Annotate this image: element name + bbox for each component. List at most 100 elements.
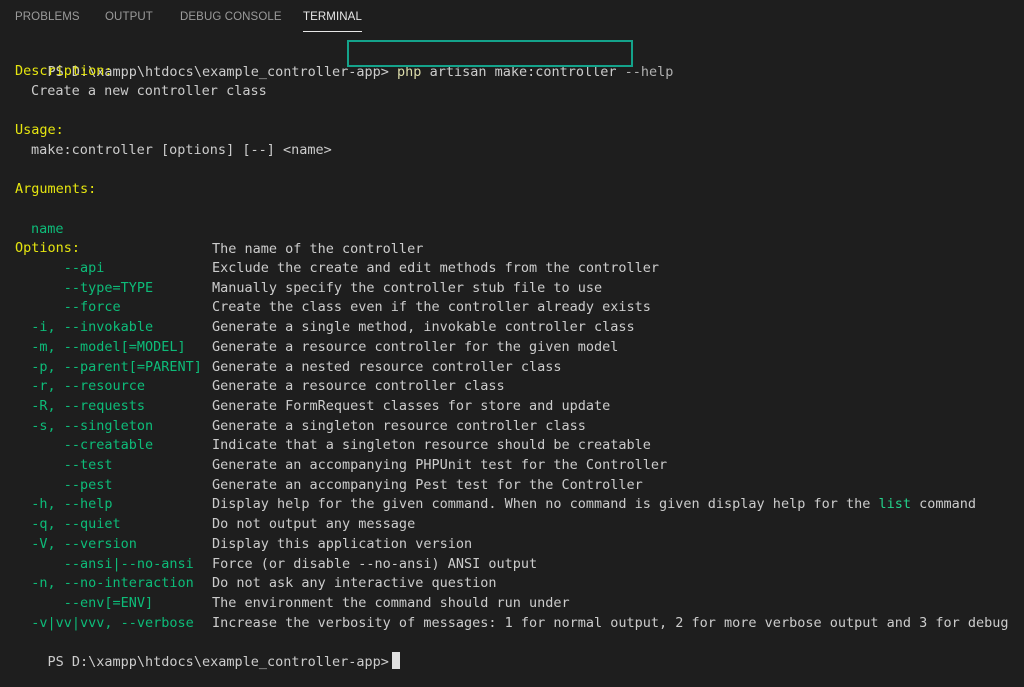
option-desc-text: Do not ask any interactive question: [212, 575, 497, 592]
option-desc-text: Display this application version: [212, 535, 473, 552]
option-desc: Generate an accompanying PHPUnit test fo…: [212, 455, 667, 475]
option-desc: Generate FormRequest classes for store a…: [212, 396, 610, 416]
argument-desc: The name of the controller: [212, 241, 424, 257]
option-row: -v|vv|vvv, --verbose Increase the verbosi…: [15, 613, 1015, 633]
arguments-header: Arguments:: [15, 181, 97, 197]
tab-debug-console[interactable]: DEBUG CONSOLE: [180, 11, 282, 23]
option-name: --api: [15, 260, 105, 276]
option-name: -m, --model[=MODEL]: [15, 338, 186, 355]
option-desc-command-highlight: list: [878, 496, 911, 513]
option-row: -r, --resource Generate a resource contro…: [15, 376, 1015, 396]
option-desc-text: Generate an accompanying Pest test for t…: [212, 476, 643, 493]
option-desc: Generate a resource controller for the g…: [212, 337, 618, 357]
option-desc: Generate a singleton resource controller…: [212, 416, 586, 436]
option-desc: The environment the command should run u…: [212, 593, 570, 613]
option-name: -r, --resource: [15, 378, 146, 395]
command-line: PS D:\xampp\htdocs\example_controller-ap…: [15, 42, 674, 80]
option-desc-text: Display help for the given command. When…: [212, 496, 879, 513]
option-desc-text: Force (or disable --no-ansi) ANSI output: [212, 555, 538, 572]
option-desc-text: Generate FormRequest classes for store a…: [212, 397, 611, 414]
option-desc-text: Increase the verbosity of messages: 1 fo…: [212, 614, 1009, 631]
usage-header: Usage:: [15, 122, 64, 138]
option-desc: Increase the verbosity of messages: 1 fo…: [212, 613, 1009, 633]
option-desc-text: Manually specify the controller stub fil…: [212, 279, 603, 296]
option-desc-text: Do not output any message: [212, 516, 416, 533]
option-desc: Do not output any message: [212, 514, 415, 534]
option-desc: Do not ask any interactive question: [212, 573, 496, 593]
option-desc: Create the class even if the controller …: [212, 297, 651, 317]
option-name: --test: [15, 457, 113, 473]
panel-tab-bar: PROBLEMS OUTPUT DEBUG CONSOLE TERMINAL: [0, 0, 1024, 36]
option-name: -i, --invokable: [15, 319, 154, 336]
option-row: -n, --no-interaction Do not ask any inter…: [15, 573, 1015, 593]
description-text: Create a new controller class: [31, 83, 267, 99]
option-row: -h, --help Display help for the given com…: [15, 494, 1015, 514]
option-name: -v|vv|vvv, --verbose: [15, 614, 194, 631]
option-name: -s, --singleton: [15, 417, 154, 434]
option-row: --pest Generate an accompanying Pest test…: [15, 475, 1015, 495]
option-desc: Generate a single method, invokable cont…: [212, 317, 635, 337]
option-row: -V, --version Display this application ve…: [15, 534, 1015, 554]
option-name: -R, --requests: [15, 397, 146, 414]
option-desc: Generate a nested resource controller cl…: [212, 357, 562, 377]
option-row: --env[=ENV] The environment the command s…: [15, 593, 1015, 613]
option-row: --test Generate an accompanying PHPUnit t…: [15, 455, 1015, 475]
option-desc: Exclude the create and edit methods from…: [212, 258, 659, 278]
option-row: -p, --parent[=PARENT] Generate a nested r…: [15, 357, 1015, 377]
option-row: -i, --invokable Generate a single method,…: [15, 317, 1015, 337]
option-name: --ansi|--no-ansi: [15, 555, 194, 572]
description-header: Description:: [15, 63, 113, 79]
option-name: -h, --help: [15, 496, 113, 513]
option-desc: Force (or disable --no-ansi) ANSI output: [212, 554, 537, 574]
option-desc: Generate an accompanying Pest test for t…: [212, 475, 643, 495]
option-name: --type=TYPE: [15, 279, 154, 296]
text-cursor: [391, 652, 400, 669]
option-row: -m, --model[=MODEL] Generate a resource c…: [15, 337, 1015, 357]
option-row: --api Exclude the create and edit methods…: [15, 258, 1015, 278]
tab-output[interactable]: OUTPUT: [105, 11, 153, 23]
option-desc-text: Generate a resource controller for the g…: [212, 338, 619, 355]
option-name: --creatable: [15, 437, 154, 454]
terminal-output[interactable]: PS D:\xampp\htdocs\example_controller-ap…: [0, 36, 1024, 687]
option-desc-text: Generate a nested resource controller cl…: [212, 358, 562, 375]
command-flag: --help: [624, 64, 674, 80]
option-desc-text: The environment the command should run u…: [212, 594, 570, 611]
option-desc: Display this application version: [212, 534, 472, 554]
option-name: -p, --parent[=PARENT]: [15, 358, 202, 375]
option-desc-text: Generate a singleton resource controller…: [212, 417, 586, 434]
argument-row: name The name of the controller: [15, 199, 1015, 257]
terminal-prompt-final: PS D:\xampp\htdocs\example_controller-ap…: [47, 654, 389, 670]
tab-problems[interactable]: PROBLEMS: [15, 11, 80, 23]
option-row: -s, --singleton Generate a singleton reso…: [15, 416, 1015, 436]
command-php: php: [397, 64, 422, 80]
option-desc-text-after: command: [911, 496, 977, 513]
option-row: --force Create the class even if the cont…: [15, 297, 1015, 317]
option-desc: Generate a resource controller class: [212, 376, 505, 396]
option-name: -q, --quiet: [15, 516, 121, 533]
option-row: -q, --quiet Do not output any message: [15, 514, 1015, 534]
option-name: --force: [15, 299, 121, 316]
option-row: --creatable Indicate that a singleton res…: [15, 435, 1015, 455]
option-name: --env[=ENV]: [15, 594, 154, 611]
usage-text: make:controller [options] [--] <name>: [31, 142, 332, 158]
option-desc-text: Generate a single method, invokable cont…: [212, 319, 635, 336]
command-args: artisan make:controller: [429, 64, 617, 80]
final-prompt-line[interactable]: PS D:\xampp\htdocs\example_controller-ap…: [15, 632, 400, 670]
tab-terminal[interactable]: TERMINAL: [303, 11, 362, 32]
option-row: --ansi|--no-ansi Force (or disable --no-a…: [15, 554, 1015, 574]
option-desc: Manually specify the controller stub fil…: [212, 278, 602, 298]
option-row: --type=TYPE Manually specify the controll…: [15, 278, 1015, 298]
option-desc-text: Exclude the create and edit methods from…: [212, 260, 660, 276]
option-desc-text: Indicate that a singleton resource shoul…: [212, 437, 651, 454]
option-name: -n, --no-interaction: [15, 575, 194, 592]
argument-name: name: [31, 221, 64, 237]
option-row: -R, --requests Generate FormRequest class…: [15, 396, 1015, 416]
option-desc-text: Generate an accompanying PHPUnit test fo…: [212, 457, 668, 473]
option-desc: Display help for the given command. When…: [212, 494, 976, 514]
options-header: Options:: [15, 240, 81, 256]
option-desc-text: Generate a resource controller class: [212, 378, 505, 395]
option-name: -V, --version: [15, 535, 137, 552]
option-name: --pest: [15, 476, 113, 493]
option-desc-text: Create the class even if the controller …: [212, 299, 651, 316]
option-desc: Indicate that a singleton resource shoul…: [212, 435, 651, 455]
